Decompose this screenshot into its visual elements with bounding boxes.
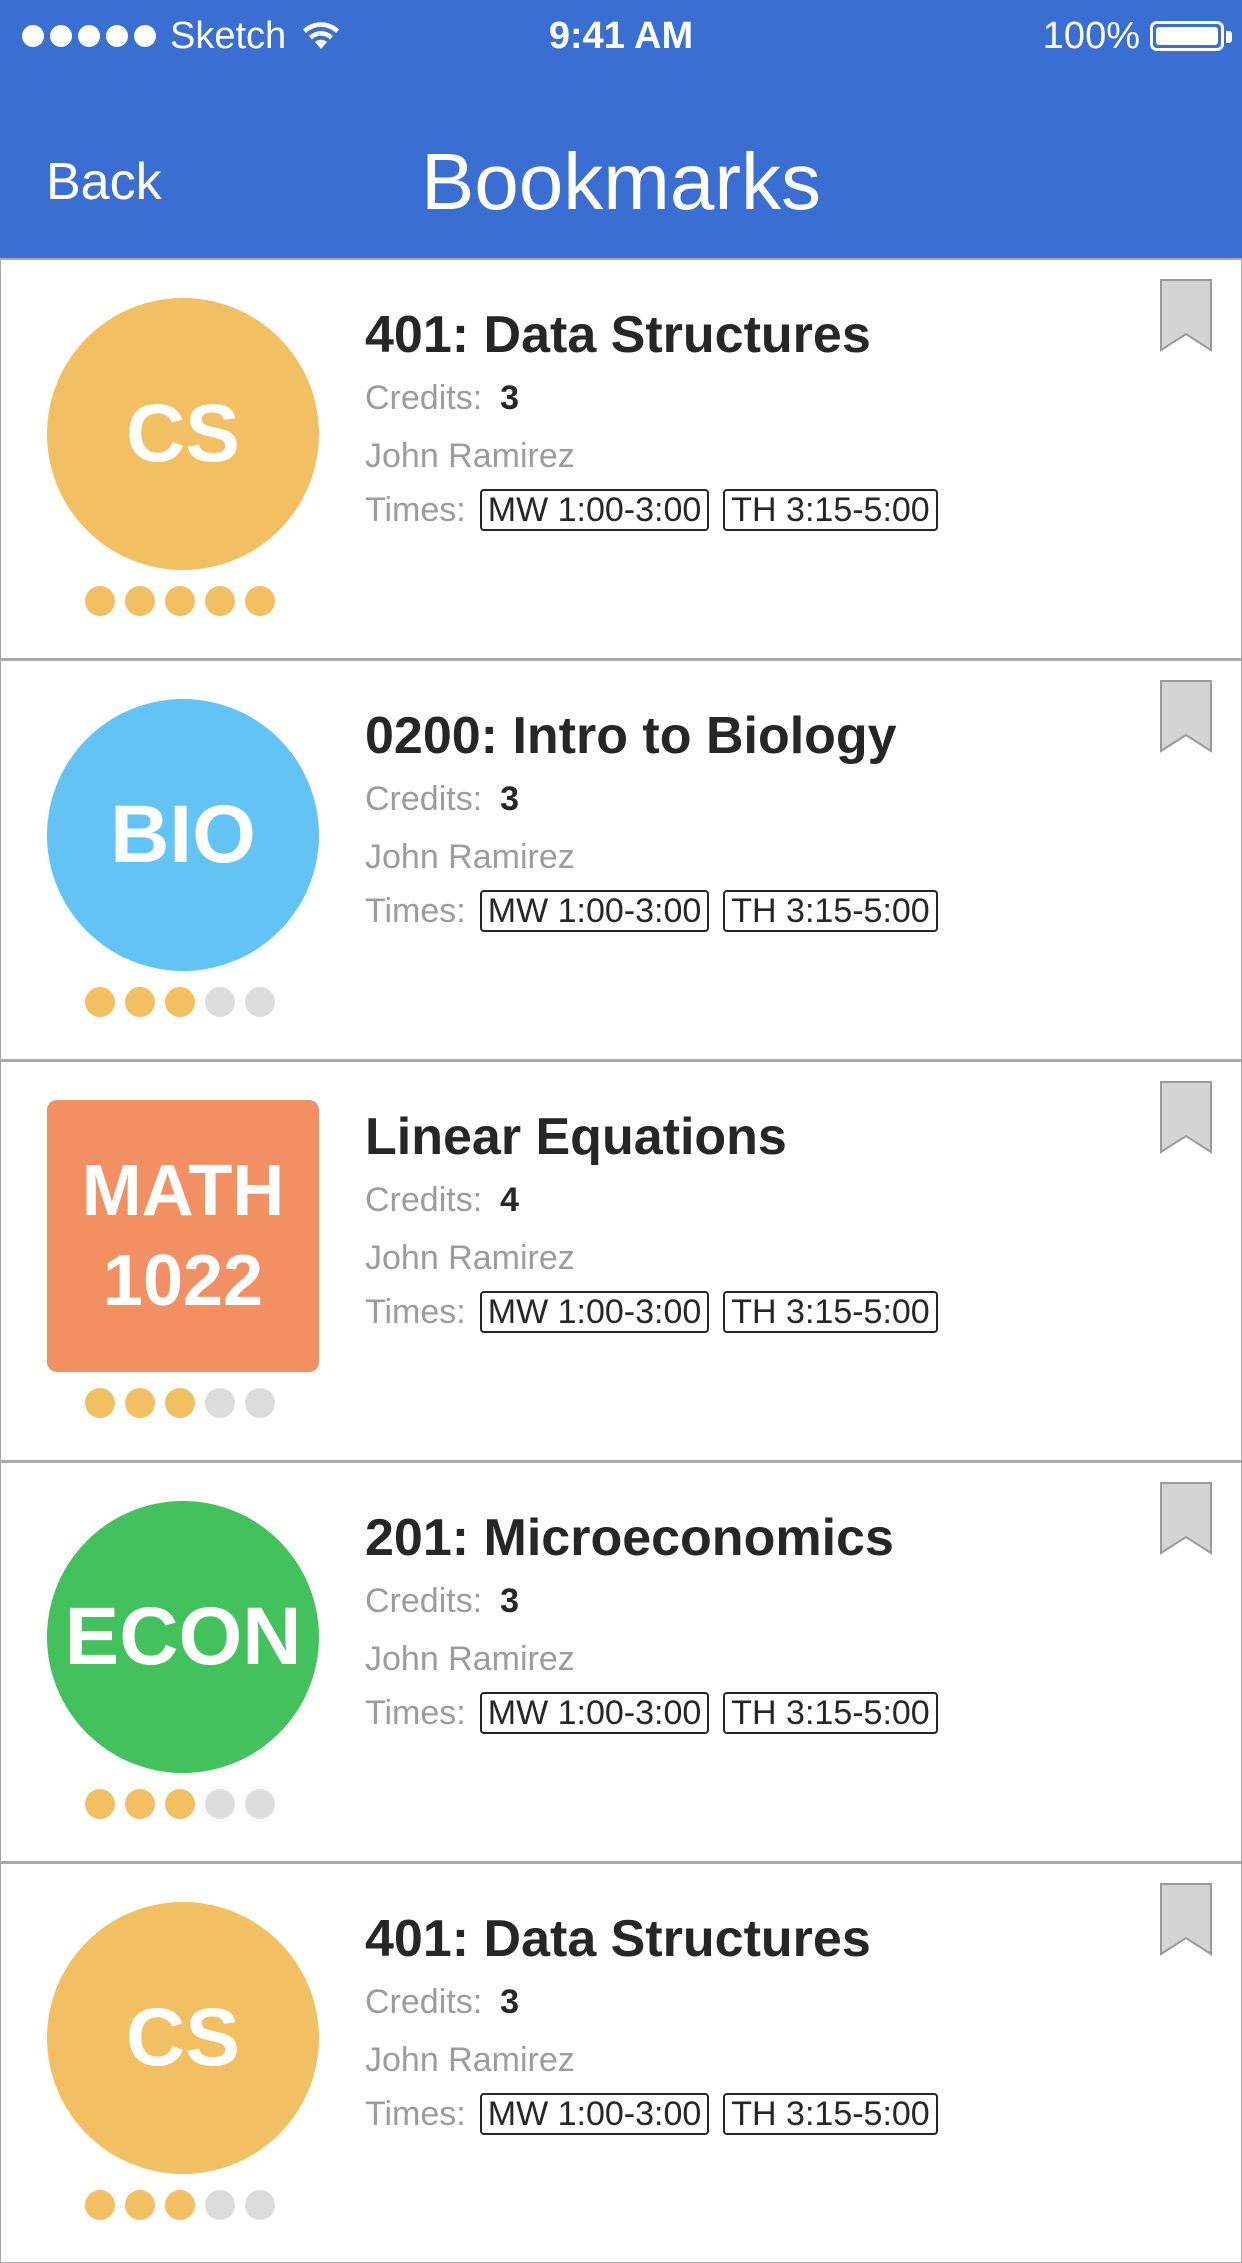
credits-label: Credits:: [365, 1181, 483, 1219]
course-title: 401: Data Structures: [365, 1910, 871, 1968]
course-badge: BIO: [47, 699, 319, 971]
rating-dots: [85, 586, 275, 616]
rating-dot-filled: [125, 1388, 155, 1418]
times-row: Times: MW 1:00-3:00 TH 3:15-5:00: [365, 1290, 938, 1334]
rating-dot-filled: [125, 1789, 155, 1819]
time-slot-tag: MW 1:00-3:00: [479, 890, 710, 932]
credits-value: 3: [500, 780, 520, 818]
time-slot-tag: TH 3:15-5:00: [723, 1692, 938, 1734]
time-slot-tag: TH 3:15-5:00: [723, 890, 938, 932]
times-row: Times: MW 1:00-3:00 TH 3:15-5:00: [365, 1691, 938, 1735]
course-badge: MATH 1022: [47, 1100, 319, 1372]
bookmark-icon[interactable]: [1159, 278, 1213, 354]
credits-row: Credits: 4: [365, 1178, 519, 1222]
rating-dots: [85, 1789, 275, 1819]
bookmark-icon[interactable]: [1159, 679, 1213, 755]
times-row: Times: MW 1:00-3:00 TH 3:15-5:00: [365, 488, 938, 532]
status-bar: Sketch 9:41 AM 100%: [0, 0, 1242, 72]
credits-label: Credits:: [365, 379, 483, 417]
rating-dot-filled: [165, 2190, 195, 2220]
credits-row: Credits: 3: [365, 777, 519, 821]
bookmark-icon[interactable]: [1159, 1080, 1213, 1156]
rating-dot-filled: [125, 2190, 155, 2220]
credits-row: Credits: 3: [365, 376, 519, 420]
course-title: Linear Equations: [365, 1108, 787, 1166]
rating-dot-filled: [165, 586, 195, 616]
bookmark-icon[interactable]: [1159, 1481, 1213, 1557]
course-title: 0200: Intro to Biology: [365, 707, 897, 765]
battery-icon: [1150, 21, 1232, 51]
rating-dot-filled: [85, 1388, 115, 1418]
rating-dot-filled: [85, 2190, 115, 2220]
credits-value: 3: [500, 379, 520, 417]
rating-dot-filled: [125, 586, 155, 616]
credits-value: 4: [500, 1181, 520, 1219]
battery-percent: 100%: [1042, 14, 1140, 57]
course-card[interactable]: BIO 0200: Intro to Biology Credits: 3 Joh…: [0, 659, 1242, 1060]
time-slot-tag: TH 3:15-5:00: [723, 1291, 938, 1333]
credits-label: Credits:: [365, 780, 483, 818]
instructor-name: John Ramirez: [365, 437, 575, 475]
nav-header: Sketch 9:41 AM 100% Back Bookmarks: [0, 0, 1242, 258]
credits-label: Credits:: [365, 1983, 483, 2021]
rating-dot-empty: [205, 1789, 235, 1819]
rating-dot-filled: [85, 1789, 115, 1819]
time-slot-tag: TH 3:15-5:00: [723, 489, 938, 531]
course-title: 401: Data Structures: [365, 306, 871, 364]
time-slot-tag: MW 1:00-3:00: [479, 1291, 710, 1333]
time-slot-tag: MW 1:00-3:00: [479, 489, 710, 531]
rating-dot-filled: [205, 586, 235, 616]
times-row: Times: MW 1:00-3:00 TH 3:15-5:00: [365, 889, 938, 933]
time-slot-tag: MW 1:00-3:00: [479, 1692, 710, 1734]
instructor-name: John Ramirez: [365, 1640, 575, 1678]
times-row: Times: MW 1:00-3:00 TH 3:15-5:00: [365, 2092, 938, 2136]
rating-dot-empty: [245, 2190, 275, 2220]
time-slot-tag: TH 3:15-5:00: [723, 2093, 938, 2135]
credits-row: Credits: 3: [365, 1980, 519, 2024]
rating-dot-empty: [205, 987, 235, 1017]
rating-dot-empty: [245, 987, 275, 1017]
page-title: Bookmarks: [420, 137, 822, 226]
rating-dot-filled: [245, 586, 275, 616]
rating-dot-empty: [245, 1388, 275, 1418]
rating-dots: [85, 1388, 275, 1418]
rating-dot-empty: [245, 1789, 275, 1819]
credits-row: Credits: 3: [365, 1579, 519, 1623]
credits-value: 3: [500, 1582, 520, 1620]
rating-dot-filled: [165, 1789, 195, 1819]
instructor-name: John Ramirez: [365, 2041, 575, 2079]
credits-label: Credits:: [365, 1582, 483, 1620]
time-slot-tag: MW 1:00-3:00: [479, 2093, 710, 2135]
rating-dot-filled: [85, 586, 115, 616]
course-card[interactable]: ECON 201: Microeconomics Credits: 3 John …: [0, 1461, 1242, 1862]
course-badge: CS: [47, 1902, 319, 2174]
course-badge: CS: [47, 298, 319, 570]
course-card[interactable]: CS 401: Data Structures Credits: 3 John R…: [0, 258, 1242, 659]
rating-dot-empty: [205, 2190, 235, 2220]
bookmark-icon[interactable]: [1159, 1882, 1213, 1958]
times-label: Times:: [365, 1694, 466, 1732]
course-title: 201: Microeconomics: [365, 1509, 894, 1567]
instructor-name: John Ramirez: [365, 1239, 575, 1277]
instructor-name: John Ramirez: [365, 838, 575, 876]
rating-dots: [85, 987, 275, 1017]
rating-dot-filled: [125, 987, 155, 1017]
course-card[interactable]: CS 401: Data Structures Credits: 3 John R…: [0, 1862, 1242, 2263]
course-badge: ECON: [47, 1501, 319, 1773]
credits-value: 3: [500, 1983, 520, 2021]
battery-indicator: 100%: [1042, 12, 1232, 60]
rating-dot-empty: [205, 1388, 235, 1418]
rating-dot-filled: [85, 987, 115, 1017]
bookmark-list: CS 401: Data Structures Credits: 3 John R…: [0, 258, 1242, 2263]
course-card[interactable]: MATH 1022 Linear Equations Credits: 4 Joh…: [0, 1060, 1242, 1461]
times-label: Times:: [365, 1293, 466, 1331]
rating-dot-filled: [165, 1388, 195, 1418]
times-label: Times:: [365, 491, 466, 529]
times-label: Times:: [365, 892, 466, 930]
rating-dots: [85, 2190, 275, 2220]
rating-dot-filled: [165, 987, 195, 1017]
times-label: Times:: [365, 2095, 466, 2133]
